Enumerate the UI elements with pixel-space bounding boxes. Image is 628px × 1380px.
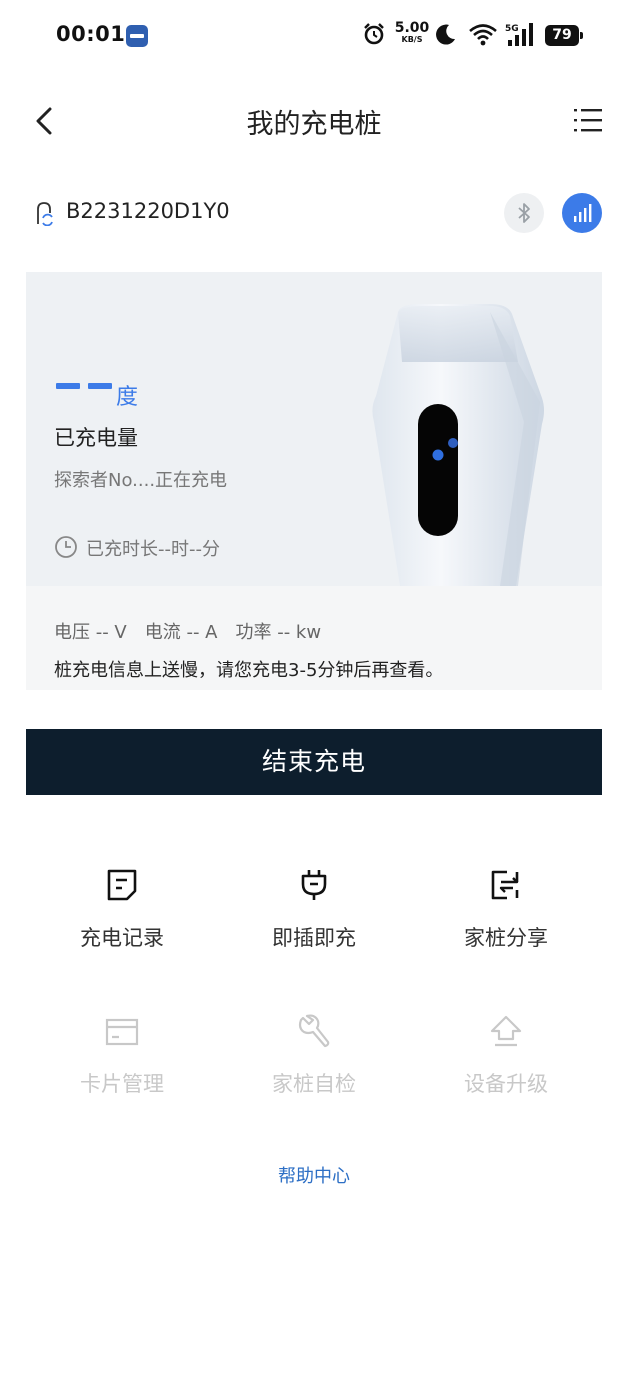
charging-record-label: 充电记录 xyxy=(80,926,164,950)
charging-notice: 桩充电信息上送慢，请您充电3-5分钟后再查看。 xyxy=(54,660,444,681)
card-management-button[interactable]: 卡片管理 xyxy=(26,1014,218,1114)
plug-and-charge-button[interactable]: 即插即充 xyxy=(218,868,410,968)
charging-record-button[interactable]: 充电记录 xyxy=(26,868,218,968)
voltage-value: 电压 -- V xyxy=(54,622,127,643)
status-bar: 00:01 5.00 KB/S 5G 79 xyxy=(0,0,628,72)
wrench-icon xyxy=(298,1014,330,1048)
charging-status-panel: 度 已充电量 探索者No....正在充电 已充时长--时--分 xyxy=(26,272,602,586)
home-charger-share-label: 家桩分享 xyxy=(464,926,548,950)
page-title: 我的充电桩 xyxy=(246,109,382,140)
home-charger-share-button[interactable]: 家桩分享 xyxy=(410,868,602,968)
device-id: B2231220D1Y0 xyxy=(66,199,230,223)
charging-status-text: 探索者No....正在充电 xyxy=(54,470,228,491)
plug-and-charge-label: 即插即充 xyxy=(272,926,356,950)
speed-value: 5.00 xyxy=(394,20,430,36)
alarm-icon xyxy=(364,23,384,45)
charging-duration-text: 已充时长--时--分 xyxy=(86,539,220,560)
signal-icon xyxy=(508,23,533,46)
card-icon xyxy=(105,1018,139,1046)
power-value: 功率 -- kw xyxy=(235,622,322,643)
speed-unit: KB/S xyxy=(401,35,423,44)
charged-amount-unit: 度 xyxy=(116,385,139,410)
self-check-button[interactable]: 家桩自检 xyxy=(218,1014,410,1114)
bluetooth-button[interactable] xyxy=(504,193,544,233)
header: 我的充电桩 xyxy=(0,90,628,150)
battery-indicator: 79 xyxy=(545,25,583,46)
signal-bars-icon xyxy=(574,204,592,222)
record-icon xyxy=(107,869,137,901)
app-notification-icon xyxy=(126,25,148,47)
help-center-link[interactable]: 帮助中心 xyxy=(0,1162,628,1188)
card-management-label: 卡片管理 xyxy=(80,1072,164,1096)
charged-amount-label: 已充电量 xyxy=(54,426,138,450)
device-row: B2231220D1Y0 xyxy=(28,190,602,236)
plug-icon xyxy=(301,870,327,900)
charged-amount-placeholder xyxy=(56,374,120,393)
charger-device-icon xyxy=(37,202,53,226)
menu-icon[interactable] xyxy=(572,106,604,134)
wifi-icon xyxy=(469,24,497,46)
current-value: 电流 -- A xyxy=(144,622,218,643)
device-upgrade-label: 设备升级 xyxy=(464,1072,548,1096)
status-time: 00:01 xyxy=(56,22,126,46)
clock-icon xyxy=(55,536,77,558)
network-signal-button[interactable] xyxy=(562,193,602,233)
upgrade-icon xyxy=(490,1015,522,1047)
bluetooth-icon xyxy=(518,203,530,223)
end-charging-button[interactable]: 结束充电 xyxy=(26,729,602,795)
charger-illustration xyxy=(372,304,544,586)
charging-status-card: 度 已充电量 探索者No....正在充电 已充时长--时--分 电压 -- V … xyxy=(26,272,602,690)
device-upgrade-button[interactable]: 设备升级 xyxy=(410,1014,602,1114)
self-check-label: 家桩自检 xyxy=(272,1072,356,1096)
charging-metrics: 电压 -- V 电流 -- A 功率 -- kw xyxy=(54,618,339,644)
moon-icon xyxy=(436,24,455,45)
share-icon xyxy=(491,870,519,900)
network-speed: 5.00 KB/S xyxy=(392,21,432,44)
